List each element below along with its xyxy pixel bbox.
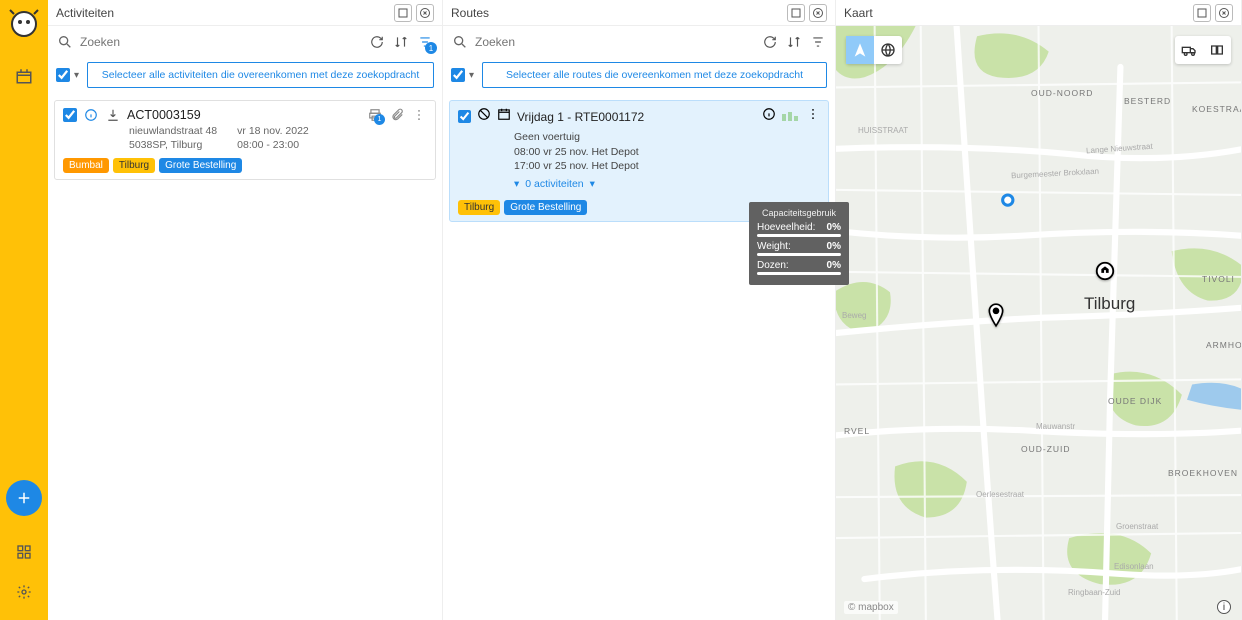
more-icon[interactable]: [806, 107, 820, 126]
gear-icon[interactable]: [8, 576, 40, 608]
close-panel-icon[interactable]: [416, 4, 434, 22]
sort-icon[interactable]: [392, 33, 410, 51]
route-title: Vrijdag 1 - RTE0001172: [517, 110, 756, 124]
map-nav-icon[interactable]: [846, 36, 874, 64]
sidebar: [0, 0, 48, 620]
print-icon[interactable]: 1: [367, 107, 383, 123]
close-panel-icon[interactable]: [809, 4, 827, 22]
tag-grote-bestelling: Grote Bestelling: [504, 200, 587, 215]
route-no-vehicle: Geen voertuig: [514, 130, 820, 145]
capacity-tooltip: Capaciteitsgebruik Hoeveelheid:0% Weight…: [749, 202, 849, 285]
tag-bumbal: Bumbal: [63, 158, 109, 173]
map-controls-left: [846, 36, 902, 64]
search-icon: [56, 33, 74, 51]
tag-tilburg: Tilburg: [458, 200, 500, 215]
map-title: Kaart: [844, 6, 1189, 20]
search-icon: [451, 33, 469, 51]
filter-icon[interactable]: 1: [416, 33, 434, 51]
select-all-routes-button[interactable]: Selecteer alle routes die overeenkomen m…: [482, 62, 827, 88]
select-all-routes-checkbox[interactable]: [451, 68, 465, 82]
select-all-activities-checkbox[interactable]: [56, 68, 70, 82]
select-all-activities-button[interactable]: Selecteer alle activiteiten die overeenk…: [87, 62, 434, 88]
chevron-down-icon[interactable]: ▾: [74, 70, 79, 81]
download-icon[interactable]: [105, 107, 121, 123]
map-attribution: © mapbox: [844, 601, 898, 614]
calendar-icon[interactable]: [497, 107, 511, 126]
map-globe-icon[interactable]: [874, 36, 902, 64]
activity-card[interactable]: ACT0003159 1: [54, 100, 436, 180]
attachment-icon[interactable]: [389, 107, 405, 123]
map-controls-right: [1175, 36, 1231, 64]
info-icon[interactable]: [762, 107, 776, 126]
tooltip-title: Capaciteitsgebruik: [757, 208, 841, 218]
routes-title: Routes: [451, 6, 783, 20]
activity-date: vr 18 nov. 2022: [237, 125, 309, 139]
map-canvas[interactable]: Tilburg OUD-NOORD BESTERD KOESTRAAT TIVO…: [836, 26, 1241, 620]
expand-panel-icon[interactable]: [787, 4, 805, 22]
activity-time: 08:00 - 23:00: [237, 139, 309, 153]
refresh-icon[interactable]: [761, 33, 779, 51]
routes-search-input[interactable]: [475, 35, 755, 49]
bumbal-logo-icon: [8, 8, 40, 40]
activity-address-line1: nieuwlandstraat 48: [129, 125, 217, 139]
activities-search-input[interactable]: [80, 35, 362, 49]
map-truck-icon[interactable]: [1175, 36, 1203, 64]
close-panel-icon[interactable]: [1215, 4, 1233, 22]
tag-tilburg: Tilburg: [113, 158, 155, 173]
add-button[interactable]: [6, 480, 42, 516]
expand-panel-icon[interactable]: [1193, 4, 1211, 22]
filter-badge: 1: [425, 42, 437, 54]
filter-icon[interactable]: [809, 33, 827, 51]
more-icon[interactable]: [411, 107, 427, 123]
map-info-icon[interactable]: i: [1217, 600, 1231, 614]
block-icon[interactable]: [477, 107, 491, 126]
grid-icon[interactable]: [8, 536, 40, 568]
capacity-icon[interactable]: [782, 108, 800, 126]
activity-address-line2: 5038SP, Tilburg: [129, 139, 217, 153]
map-marker-home-icon[interactable]: [1094, 260, 1116, 287]
activity-checkbox[interactable]: [63, 108, 77, 122]
sort-icon[interactable]: [785, 33, 803, 51]
map-layers-icon[interactable]: [1203, 36, 1231, 64]
chevron-down-icon[interactable]: ▾: [469, 70, 474, 81]
activity-id: ACT0003159: [127, 108, 361, 122]
map-marker-pin-icon[interactable]: [986, 302, 1006, 333]
expand-panel-icon[interactable]: [394, 4, 412, 22]
info-icon[interactable]: [83, 107, 99, 123]
routes-panel: Routes: [443, 0, 836, 620]
sidebar-item-planning[interactable]: [8, 60, 40, 92]
route-expand[interactable]: ▾ 0 activiteiten ▾: [458, 174, 820, 194]
route-expand-label: 0 activiteiten: [525, 178, 583, 190]
map-panel: Kaart: [836, 0, 1242, 620]
map-city-label: Tilburg: [1084, 294, 1135, 314]
refresh-icon[interactable]: [368, 33, 386, 51]
route-checkbox[interactable]: [458, 110, 471, 123]
activities-panel: Activiteiten: [48, 0, 443, 620]
tag-grote-bestelling: Grote Bestelling: [159, 158, 242, 173]
activities-title: Activiteiten: [56, 6, 390, 20]
route-line2: 17:00 vr 25 nov. Het Depot: [514, 159, 820, 174]
route-line1: 08:00 vr 25 nov. Het Depot: [514, 145, 820, 160]
